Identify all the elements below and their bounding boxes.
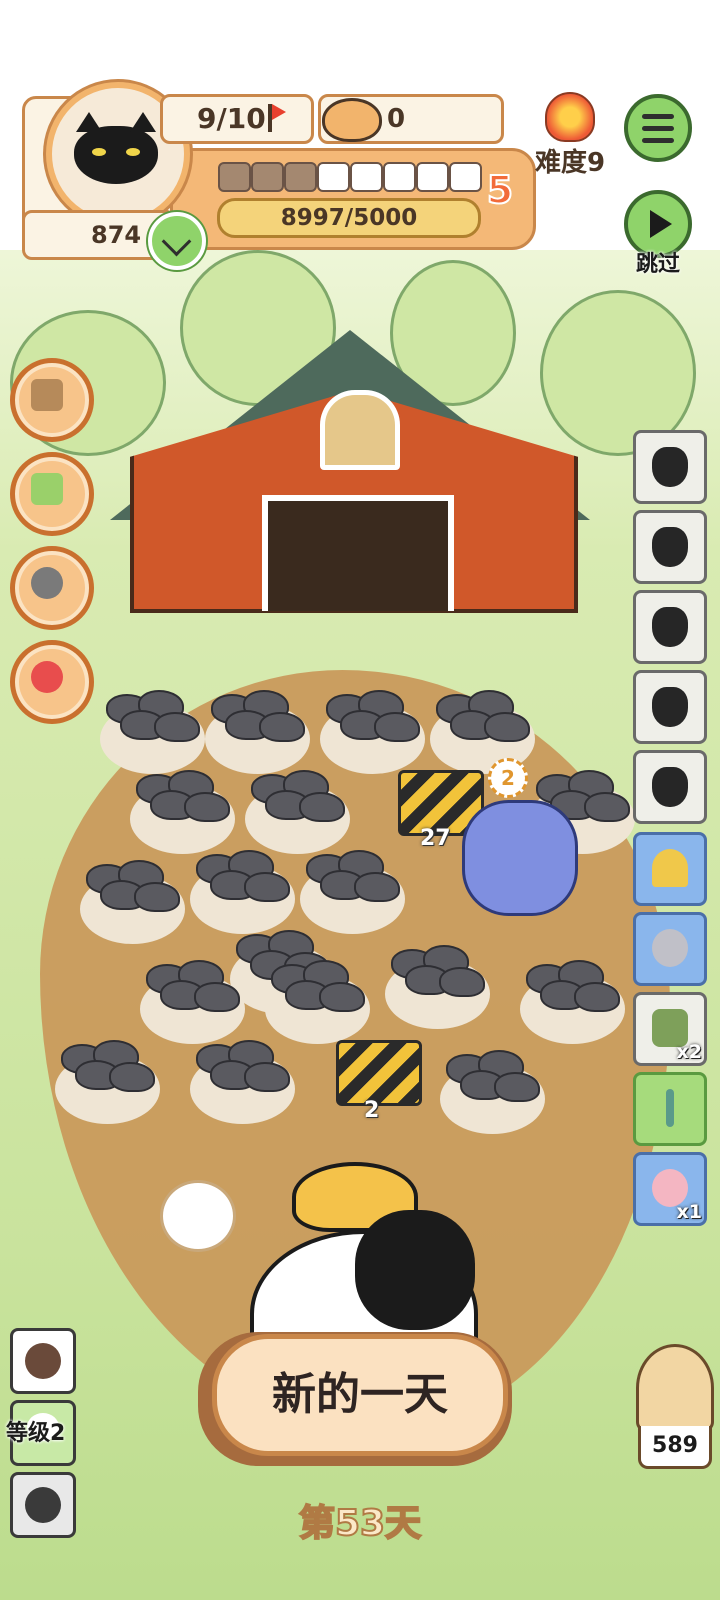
difficulty-label: 难度9 (534, 148, 606, 178)
food-count: 0 (387, 104, 406, 134)
barrier[interactable] (336, 1040, 422, 1106)
flame-icon (545, 92, 595, 142)
mole[interactable] (109, 1062, 155, 1092)
cat-mascot-head (355, 1210, 475, 1330)
gear-icon (25, 1487, 61, 1523)
certificate-icon[interactable] (160, 1180, 236, 1252)
box-icon (31, 379, 63, 411)
mole[interactable] (244, 1062, 290, 1092)
progress-segment (350, 162, 383, 192)
progress-segment (284, 162, 317, 192)
mole[interactable] (574, 982, 620, 1012)
trash-bag-icon (652, 687, 688, 727)
menu-button[interactable] (624, 94, 692, 162)
ball-tool-button[interactable] (10, 640, 94, 724)
mole[interactable] (439, 967, 485, 997)
difficulty-indicator[interactable]: 难度9 (528, 92, 612, 179)
cat-avatar-icon (74, 112, 158, 184)
mole[interactable] (194, 982, 240, 1012)
inventory-slot[interactable] (633, 430, 707, 504)
mole[interactable] (244, 872, 290, 902)
first-aid-tool-button[interactable] (10, 452, 94, 536)
menu-icon (642, 138, 674, 143)
mole[interactable] (584, 792, 630, 822)
progress-segment (251, 162, 284, 192)
skip-label: 跳过 (635, 252, 680, 277)
first-aid-icon (31, 473, 63, 505)
mole[interactable] (154, 712, 200, 742)
robot-mouse-icon (652, 929, 688, 967)
flag-icon (268, 104, 286, 132)
barrier-timer: 27 (420, 826, 451, 851)
inventory-slot[interactable] (633, 670, 707, 744)
mole[interactable] (184, 792, 230, 822)
level-label: 等级2 (6, 1421, 66, 1446)
xp-bar: 8997/5000 (217, 198, 481, 238)
inventory-slot[interactable]: x2 (633, 992, 707, 1066)
barn-door (262, 495, 454, 611)
mole[interactable] (134, 882, 180, 912)
progress-segment (317, 162, 350, 192)
player-level: 5 (486, 167, 514, 213)
coffee-icon (25, 1343, 61, 1379)
inventory-slot[interactable] (633, 510, 707, 584)
bottom-slot-1[interactable] (10, 1328, 76, 1394)
hamster-count: 589 (638, 1426, 712, 1469)
menu-icon (642, 114, 674, 119)
barrier-timer: 2 (364, 1098, 380, 1123)
trophy-icon (652, 849, 688, 887)
hamster-icon[interactable] (636, 1344, 714, 1432)
inventory-slot[interactable] (633, 1072, 707, 1146)
trash-bag-icon (652, 447, 688, 487)
trash-bag-icon (652, 527, 688, 567)
mole[interactable] (259, 712, 305, 742)
trash-bag-icon (652, 607, 688, 647)
progress-segment (218, 162, 251, 192)
mole[interactable] (299, 792, 345, 822)
lives-counter: 9/10 (160, 94, 314, 144)
mole[interactable] (494, 1072, 540, 1102)
cat-food-bowl-icon (322, 98, 382, 142)
inventory-slot[interactable] (633, 912, 707, 986)
play-icon (650, 210, 672, 238)
mole[interactable] (354, 872, 400, 902)
progress-segment (383, 162, 416, 192)
inventory-slot[interactable] (633, 750, 707, 824)
inventory-slot[interactable] (633, 590, 707, 664)
item-count: x1 (676, 1201, 702, 1223)
trash-bag-icon (652, 767, 688, 807)
caduceus-icon (666, 1089, 674, 1127)
pan-icon (31, 567, 63, 599)
inventory-slot[interactable]: x1 (633, 1152, 707, 1226)
box-tool-button[interactable] (10, 358, 94, 442)
item-count: x2 (676, 1041, 702, 1063)
heart-check-icon[interactable] (148, 212, 206, 270)
inventory-slot[interactable] (633, 832, 707, 906)
mole[interactable] (374, 712, 420, 742)
pan-tool-button[interactable] (10, 546, 94, 630)
mole[interactable] (484, 712, 530, 742)
ball-icon (31, 661, 63, 693)
dragon-badge: 2 (488, 758, 528, 798)
barn-hayloft (320, 390, 400, 470)
day-counter: 第53天 (298, 1502, 422, 1545)
new-day-button[interactable]: 新的一天 (212, 1334, 508, 1456)
dragon[interactable] (462, 800, 578, 916)
progress-segment (416, 162, 449, 192)
bottom-slot-3[interactable] (10, 1472, 76, 1538)
menu-icon (642, 126, 674, 131)
mole[interactable] (319, 982, 365, 1012)
